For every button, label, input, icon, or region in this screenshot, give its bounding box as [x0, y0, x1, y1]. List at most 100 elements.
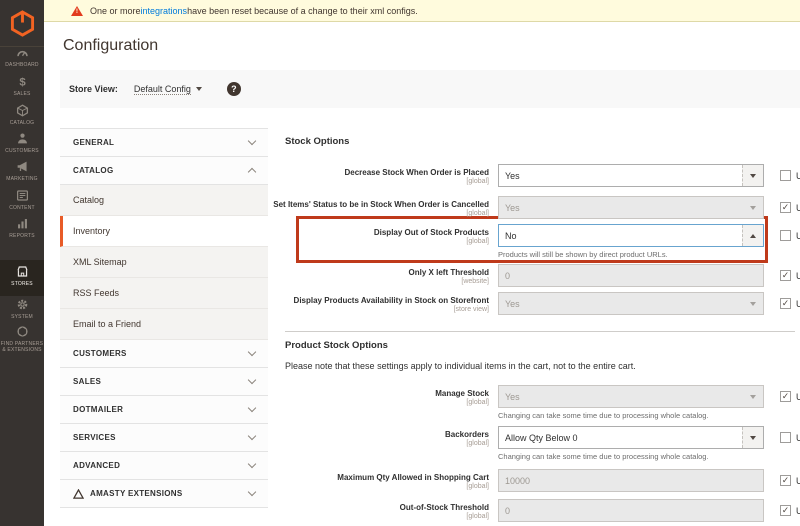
field-row-only-x-left: Only X left Threshold [website] Use syst… — [285, 264, 800, 287]
notification-text-before: One or more — [90, 6, 141, 16]
store-view-label: Store View: — [69, 84, 118, 94]
field-scope: [global] — [466, 238, 489, 245]
sidebar-item-dashboard[interactable]: DASHBOARD — [0, 46, 44, 68]
section-note: Please note that these settings apply to… — [285, 361, 636, 371]
field-row-backorders: Backorders [global] Allow Qty Below 0 Ch… — [285, 426, 800, 461]
notification-text-after: have been reset because of a change to t… — [187, 6, 418, 16]
use-system-value-checkbox[interactable] — [780, 298, 791, 309]
input-out-of-stock-threshold — [498, 499, 764, 522]
select-items-status: Yes — [498, 196, 764, 219]
chevron-down-icon — [742, 165, 763, 186]
sidebar-item-customers[interactable]: CUSTOMERS — [0, 132, 44, 154]
chevron-down-icon — [742, 386, 763, 407]
sidebar-item-reports[interactable]: REPORTS — [0, 217, 44, 239]
field-scope: [global] — [466, 210, 489, 217]
use-system-value-checkbox[interactable] — [780, 432, 791, 443]
chevron-up-icon — [742, 225, 763, 246]
nav-section-amasty-extensions[interactable]: AMASTY EXTENSIONS — [60, 480, 268, 508]
dashboard-icon — [0, 46, 44, 60]
page-title: Configuration — [63, 37, 158, 55]
integrations-link[interactable]: integrations — [141, 6, 188, 16]
nav-item-catalog[interactable]: Catalog — [60, 185, 268, 216]
chevron-down-icon[interactable] — [196, 87, 202, 91]
field-row-max-qty: Maximum Qty Allowed in Shopping Cart [gl… — [285, 469, 800, 492]
system-icon — [0, 298, 44, 312]
find-partners-icon — [0, 325, 44, 339]
use-system-value-checkbox[interactable] — [780, 170, 791, 181]
select-display-out-of-stock[interactable]: No — [498, 224, 764, 247]
field-row-decrease-stock: Decrease Stock When Order is Placed [glo… — [285, 164, 800, 187]
sidebar-item-catalog[interactable]: CATALOG — [0, 104, 44, 126]
customers-icon — [0, 132, 44, 146]
select-backorders[interactable]: Allow Qty Below 0 — [498, 426, 764, 449]
sidebar-item-stores[interactable]: STORES — [0, 260, 44, 296]
chevron-down-icon — [742, 427, 763, 448]
input-only-x-left-threshold — [498, 264, 764, 287]
sidebar-item-sales[interactable]: $ SALES — [0, 75, 44, 97]
nav-section-catalog[interactable]: CATALOG — [60, 157, 268, 185]
use-system-value-checkbox[interactable] — [780, 230, 791, 241]
sidebar-item-label: SYSTEM — [0, 314, 44, 320]
nav-section-advanced[interactable]: ADVANCED — [60, 452, 268, 480]
sidebar-item-content[interactable]: CONTENT — [0, 189, 44, 211]
stores-icon — [0, 265, 44, 279]
chevron-down-icon — [742, 197, 763, 218]
field-scope: [global] — [466, 483, 489, 490]
notification-bar: ! One or more integrations have been res… — [44, 0, 800, 22]
nav-section-sales[interactable]: SALES — [60, 368, 268, 396]
field-label: Backorders — [445, 430, 489, 439]
field-label: Maximum Qty Allowed in Shopping Cart — [337, 473, 489, 482]
chevron-down-icon — [248, 432, 256, 440]
field-scope: [global] — [466, 513, 489, 520]
magento-logo[interactable] — [0, 0, 44, 47]
nav-item-xml-sitemap[interactable]: XML Sitemap — [60, 247, 268, 278]
select-decrease-stock[interactable]: Yes — [498, 164, 764, 187]
nav-section-services[interactable]: SERVICES — [60, 424, 268, 452]
field-scope: [global] — [466, 178, 489, 185]
nav-item-inventory[interactable]: Inventory — [60, 216, 268, 247]
config-nav: GENERAL CATALOG Catalog Inventory XML Si… — [60, 128, 268, 508]
chevron-down-icon — [248, 137, 256, 145]
content-icon — [0, 189, 44, 203]
field-row-availability-storefront: Display Products Availability in Stock o… — [285, 292, 800, 315]
chevron-down-icon — [248, 348, 256, 356]
svg-text:$: $ — [19, 77, 26, 88]
input-max-qty-shopping-cart — [498, 469, 764, 492]
sidebar-item-label: CONTENT — [0, 205, 44, 211]
select-availability-storefront: Yes — [498, 292, 764, 315]
help-icon[interactable]: ? — [227, 82, 241, 96]
use-system-value-checkbox[interactable] — [780, 202, 791, 213]
field-label: Display Out of Stock Products — [374, 228, 489, 237]
field-scope: [store view] — [454, 306, 489, 313]
sidebar-item-label: STORES — [0, 281, 44, 287]
field-label: Manage Stock — [435, 389, 489, 398]
use-system-value-checkbox[interactable] — [780, 391, 791, 402]
select-manage-stock: Yes — [498, 385, 764, 408]
warning-icon: ! — [71, 6, 83, 16]
sidebar-item-system[interactable]: SYSTEM — [0, 298, 44, 320]
store-view-switcher[interactable]: Default Config — [134, 84, 191, 95]
nav-section-customers[interactable]: CUSTOMERS — [60, 340, 268, 368]
nav-item-email-to-a-friend[interactable]: Email to a Friend — [60, 309, 268, 340]
nav-item-rss-feeds[interactable]: RSS Feeds — [60, 278, 268, 309]
admin-sidebar: DASHBOARD $ SALES CATALOG CUSTOMERS MARK… — [0, 0, 44, 526]
field-scope: [global] — [466, 440, 489, 447]
marketing-icon — [0, 160, 44, 174]
use-system-value-checkbox[interactable] — [780, 505, 791, 516]
chevron-down-icon — [742, 293, 763, 314]
chevron-down-icon — [248, 460, 256, 468]
chevron-down-icon — [248, 376, 256, 384]
chevron-up-icon — [248, 168, 256, 176]
field-label: Decrease Stock When Order is Placed — [344, 168, 489, 177]
magento-logo-icon — [10, 10, 35, 37]
field-scope: [website] — [461, 278, 489, 285]
chevron-down-icon — [248, 488, 256, 496]
use-system-value-checkbox[interactable] — [780, 475, 791, 486]
nav-section-general[interactable]: GENERAL — [60, 129, 268, 157]
nav-section-dotmailer[interactable]: DOTMAILER — [60, 396, 268, 424]
field-label: Only X left Threshold — [409, 268, 489, 277]
use-system-value-checkbox[interactable] — [780, 270, 791, 281]
sidebar-item-marketing[interactable]: MARKETING — [0, 160, 44, 182]
sidebar-item-find-partners[interactable]: FIND PARTNERS & EXTENSIONS — [0, 325, 44, 353]
amasty-icon — [73, 489, 84, 499]
